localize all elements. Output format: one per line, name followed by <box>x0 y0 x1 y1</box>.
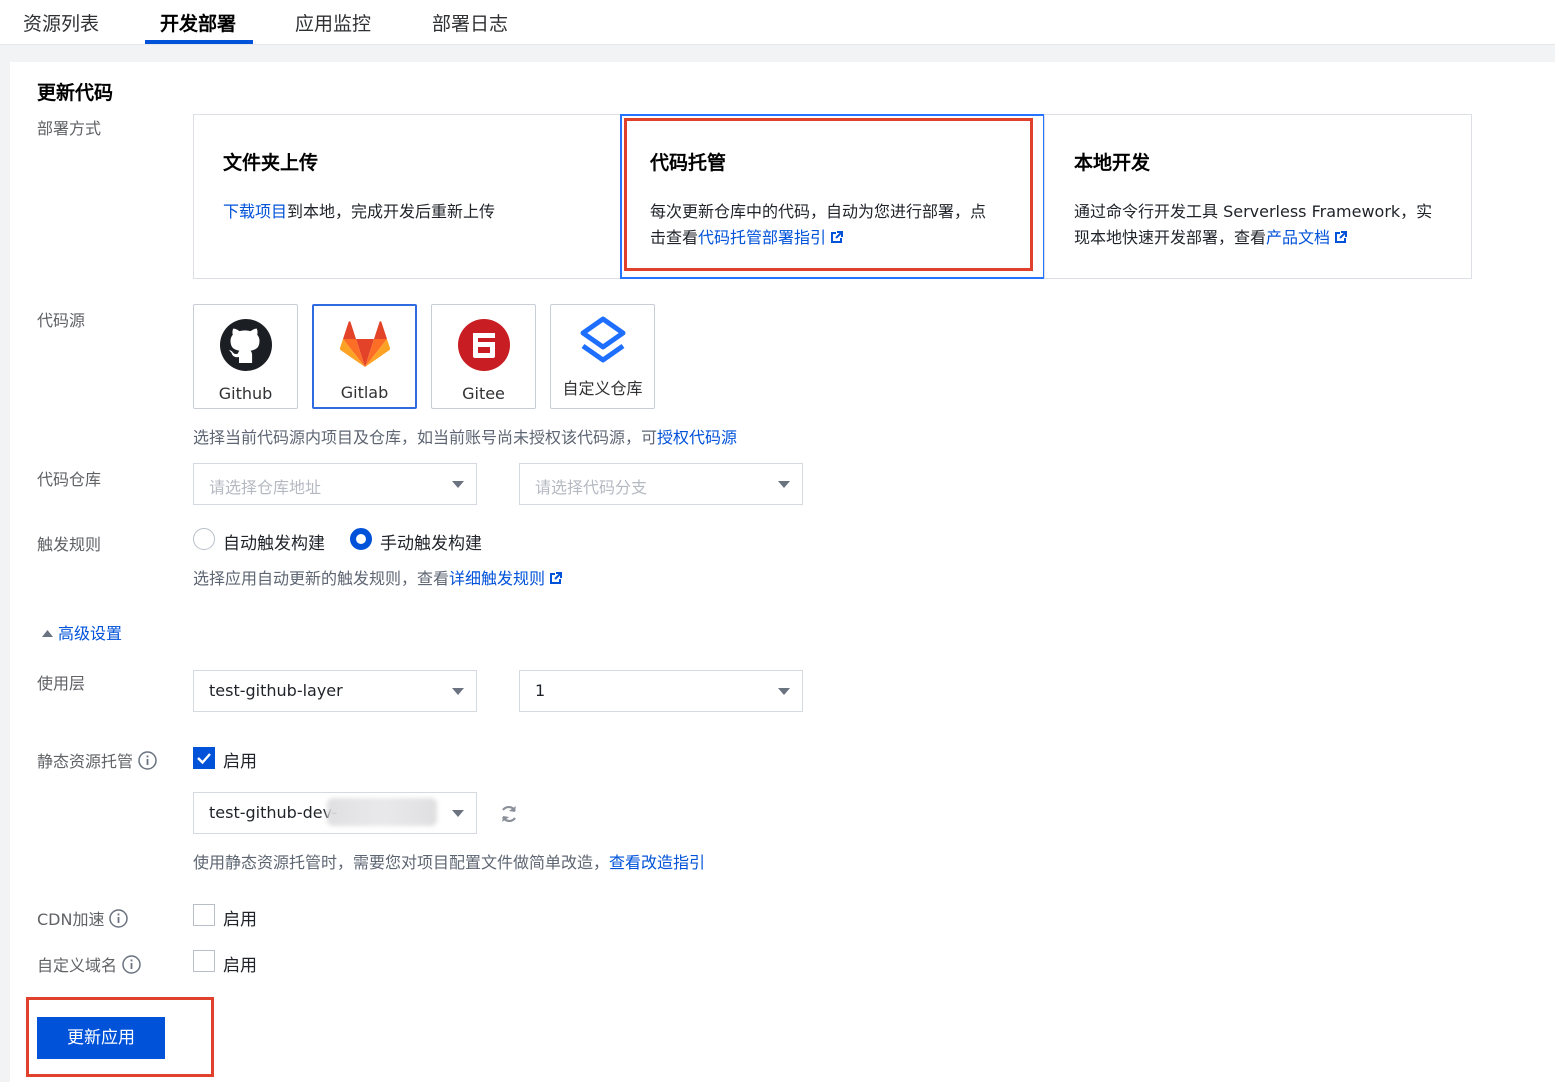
source-card-github[interactable]: Github <box>193 304 298 409</box>
trigger-hint-text: 选择应用自动更新的触发规则，查看 <box>193 569 450 588</box>
section-title: 更新代码 <box>37 82 114 104</box>
deploy-option-folder-upload[interactable]: 文件夹上传 下载项目到本地，完成开发后重新上传 <box>193 114 621 279</box>
code-source-hint-text: 选择当前代码源内项目及仓库，如当前账号尚未授权该代码源，可 <box>193 428 658 447</box>
info-icon[interactable] <box>122 955 141 974</box>
deploy-option-desc-text: 到本地，完成开发后重新上传 <box>287 202 496 221</box>
external-link-icon[interactable] <box>1334 230 1348 244</box>
cdn-label: CDN加速 <box>37 906 129 930</box>
branch-select-placeholder: 请选择代码分支 <box>535 478 648 497</box>
trigger-manual-label[interactable]: 手动触发构建 <box>380 529 482 554</box>
active-tab-indicator <box>145 40 253 44</box>
deploy-option-local-dev[interactable]: 本地开发 通过命令行开发工具 Serverless Framework，实 现本… <box>1044 114 1472 279</box>
check-icon <box>197 753 211 765</box>
code-source-label: 代码源 <box>37 311 86 330</box>
chevron-down-icon <box>452 481 464 488</box>
download-project-link[interactable]: 下载项目 <box>223 202 287 221</box>
static-hosting-enable-label[interactable]: 启用 <box>223 747 257 772</box>
top-tab-bar: 资源列表 开发部署 应用监控 部署日志 <box>0 0 1555 45</box>
product-docs-link[interactable]: 产品文档 <box>1266 228 1330 247</box>
layer-select-value: test-github-layer <box>209 681 343 700</box>
repo-select-placeholder: 请选择仓库地址 <box>209 478 322 497</box>
source-card-custom-repo[interactable]: 自定义仓库 <box>550 304 655 409</box>
chevron-down-icon <box>452 810 464 817</box>
deploy-option-desc-text: 现本地快速开发部署，查看 <box>1074 228 1267 247</box>
cdn-checkbox[interactable] <box>193 904 215 926</box>
repo-label: 代码仓库 <box>37 470 102 489</box>
advanced-settings-label[interactable]: 高级设置 <box>58 624 122 643</box>
bucket-select-value: test-github-dev- <box>209 803 338 822</box>
code-source-hint: 选择当前代码源内项目及仓库，如当前账号尚未授权该代码源，可授权代码源 <box>193 424 737 448</box>
static-hosting-hint-text: 使用静态资源托管时，需要您对项目配置文件做简单改造， <box>193 853 610 872</box>
source-card-label: 自定义仓库 <box>562 379 643 398</box>
redacted-text-blur <box>327 798 437 826</box>
branch-select[interactable]: 请选择代码分支 <box>519 463 803 505</box>
layer-label: 使用层 <box>37 674 86 693</box>
tab-deploy-log[interactable]: 部署日志 <box>432 0 508 45</box>
custom-domain-checkbox[interactable] <box>193 950 215 972</box>
custom-domain-label-text: 自定义域名 <box>37 956 118 975</box>
source-card-label: Github <box>218 384 273 403</box>
deploy-mode-label: 部署方式 <box>37 119 102 138</box>
refresh-icon[interactable] <box>498 803 520 825</box>
chevron-down-icon <box>778 688 790 695</box>
trigger-hint: 选择应用自动更新的触发规则，查看详细触发规则 <box>193 565 563 589</box>
trigger-manual-radio[interactable] <box>350 528 372 550</box>
static-hosting-checkbox[interactable] <box>193 747 215 769</box>
layer-version-select[interactable]: 1 <box>519 670 803 712</box>
update-app-button[interactable]: 更新应用 <box>37 1017 165 1059</box>
static-hosting-label-text: 静态资源托管 <box>37 752 134 771</box>
chevron-down-icon <box>452 688 464 695</box>
highlight-frame <box>624 118 1033 271</box>
cdn-label-text: CDN加速 <box>37 910 105 929</box>
deploy-option-desc: 下载项目到本地，完成开发后重新上传 <box>223 199 495 225</box>
tab-dev-deploy[interactable]: 开发部署 <box>160 0 236 45</box>
external-link-icon[interactable] <box>549 571 563 585</box>
caret-up-icon <box>42 630 53 637</box>
github-icon <box>219 319 272 371</box>
deploy-option-title: 文件夹上传 <box>223 152 319 174</box>
custom-domain-enable-label[interactable]: 启用 <box>223 951 257 976</box>
source-card-gitee[interactable]: Gitee <box>431 304 536 409</box>
static-hosting-label: 静态资源托管 <box>37 748 157 772</box>
source-card-label: Gitee <box>462 384 505 403</box>
source-card-label: Gitlab <box>340 383 389 402</box>
repo-select[interactable]: 请选择仓库地址 <box>193 463 477 505</box>
trigger-label: 触发规则 <box>37 535 102 554</box>
deploy-option-desc-line2: 现本地快速开发部署，查看产品文档 <box>1074 225 1432 251</box>
trigger-auto-label[interactable]: 自动触发构建 <box>223 529 325 554</box>
trigger-auto-radio[interactable] <box>193 528 215 550</box>
gitlab-icon <box>339 321 390 367</box>
source-card-gitlab[interactable]: Gitlab <box>312 304 417 409</box>
custom-repo-icon <box>580 316 625 363</box>
static-hosting-hint: 使用静态资源托管时，需要您对项目配置文件做简单改造，查看改造指引 <box>193 849 705 873</box>
deploy-option-desc-line1: 通过命令行开发工具 Serverless Framework，实 <box>1074 202 1433 221</box>
authorize-source-link[interactable]: 授权代码源 <box>657 428 737 447</box>
layer-select[interactable]: test-github-layer <box>193 670 477 712</box>
chevron-down-icon <box>778 481 790 488</box>
cdn-enable-label[interactable]: 启用 <box>223 905 257 930</box>
tab-resource-list[interactable]: 资源列表 <box>23 0 99 45</box>
modification-guide-link[interactable]: 查看改造指引 <box>609 853 705 872</box>
layer-version-value: 1 <box>535 681 546 700</box>
custom-domain-label: 自定义域名 <box>37 952 141 976</box>
info-icon[interactable] <box>138 751 157 770</box>
deploy-option-title: 本地开发 <box>1074 152 1151 174</box>
tab-app-monitor[interactable]: 应用监控 <box>295 0 371 45</box>
gitee-icon <box>457 319 510 371</box>
trigger-rules-link[interactable]: 详细触发规则 <box>449 569 545 588</box>
advanced-settings-toggle[interactable]: 高级设置 <box>42 620 122 644</box>
deploy-option-desc: 通过命令行开发工具 Serverless Framework，实 现本地快速开发… <box>1074 199 1432 251</box>
info-icon[interactable] <box>109 909 129 928</box>
